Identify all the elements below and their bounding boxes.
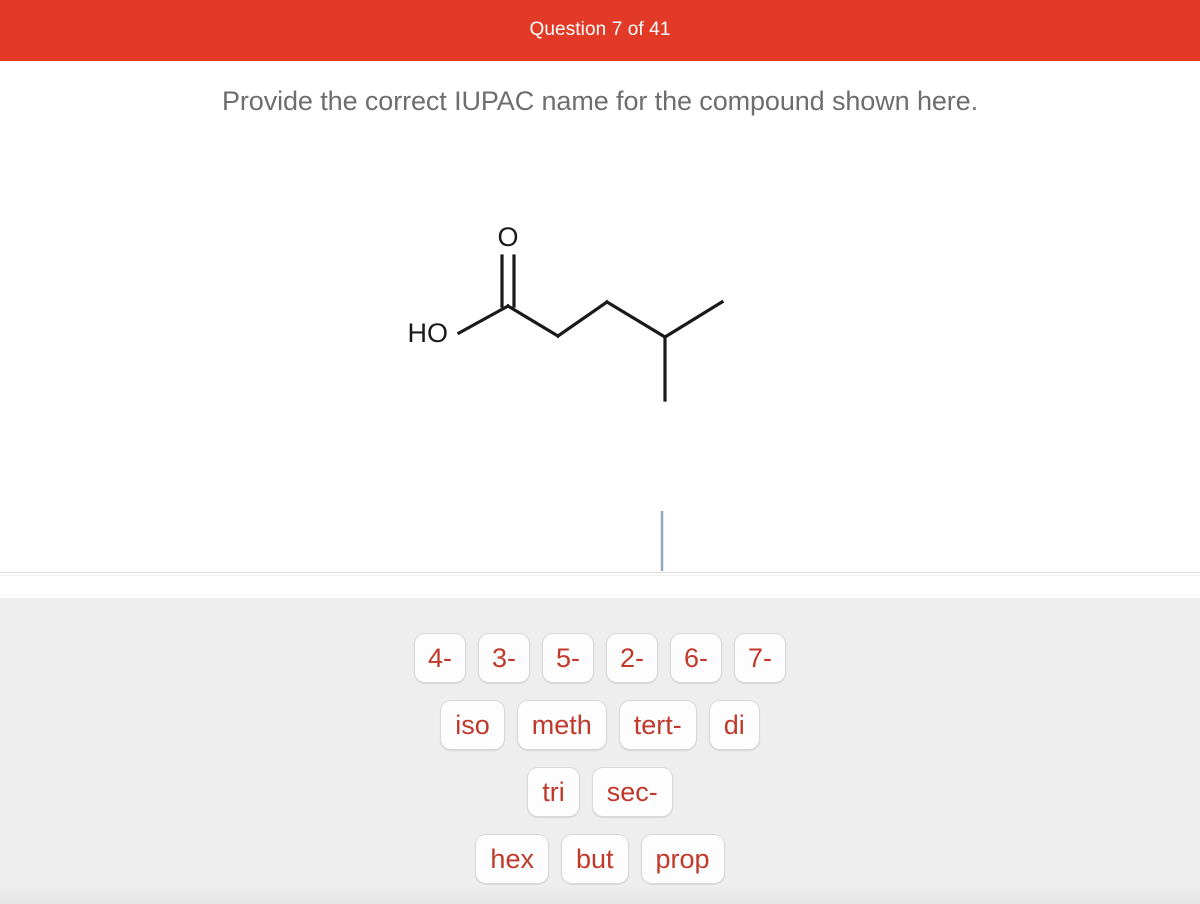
- tile-3-[interactable]: 3-: [477, 633, 530, 683]
- bond-c1-c2: [505, 303, 561, 339]
- tile-7-[interactable]: 7-: [734, 633, 787, 683]
- tile-row-3: tri sec-: [0, 767, 1200, 817]
- tile-rows-container: 4- 3- 5- 2- 6- 7- iso meth tert- di tri …: [0, 598, 1200, 901]
- answer-tile-tray: 4- 3- 5- 2- 6- 7- iso meth tert- di tri …: [0, 598, 1200, 904]
- tile-6-[interactable]: 6-: [670, 633, 723, 683]
- answer-input-area[interactable]: [0, 490, 1200, 574]
- tile-row-1: 4- 3- 5- 2- 6- 7-: [0, 633, 1200, 683]
- bond-c2-c3: [555, 299, 610, 339]
- tile-5-[interactable]: 5-: [541, 633, 594, 683]
- tile-di[interactable]: di: [708, 700, 760, 750]
- label-hydroxyl: HO: [408, 318, 449, 348]
- header-bar: Question 7 of 41: [0, 0, 1200, 61]
- tile-iso[interactable]: iso: [440, 700, 505, 750]
- text-caret: [660, 511, 664, 571]
- question-screen: Question 7 of 41 Provide the correct IUP…: [0, 0, 1200, 904]
- tile-sec[interactable]: sec-: [591, 767, 673, 817]
- divider-line-bottom: [0, 575, 1200, 576]
- question-prompt: Provide the correct IUPAC name for the c…: [222, 86, 978, 116]
- tile-but[interactable]: but: [560, 834, 629, 884]
- tile-4-[interactable]: 4-: [413, 633, 466, 683]
- tile-row-4: hex but prop: [0, 834, 1200, 884]
- tile-row-2: iso meth tert- di: [0, 700, 1200, 750]
- chemical-structure-diagram: HO O: [408, 222, 725, 402]
- tile-meth[interactable]: meth: [516, 700, 607, 750]
- tile-2-[interactable]: 2-: [606, 633, 659, 683]
- question-counter: Question 7 of 41: [529, 19, 671, 40]
- tile-hex[interactable]: hex: [475, 834, 549, 884]
- divider-line-top: [0, 572, 1200, 573]
- bond-c3-c4: [604, 299, 668, 340]
- bond-c4-c5: [662, 299, 725, 340]
- tile-prop[interactable]: prop: [640, 834, 725, 884]
- tile-tert[interactable]: tert-: [618, 700, 697, 750]
- tile-tri[interactable]: tri: [527, 767, 580, 817]
- label-carbonyl-oxygen: O: [497, 222, 518, 252]
- structure-area: HO O: [0, 150, 1200, 490]
- bond-ho-to-carbonyl: [456, 303, 511, 336]
